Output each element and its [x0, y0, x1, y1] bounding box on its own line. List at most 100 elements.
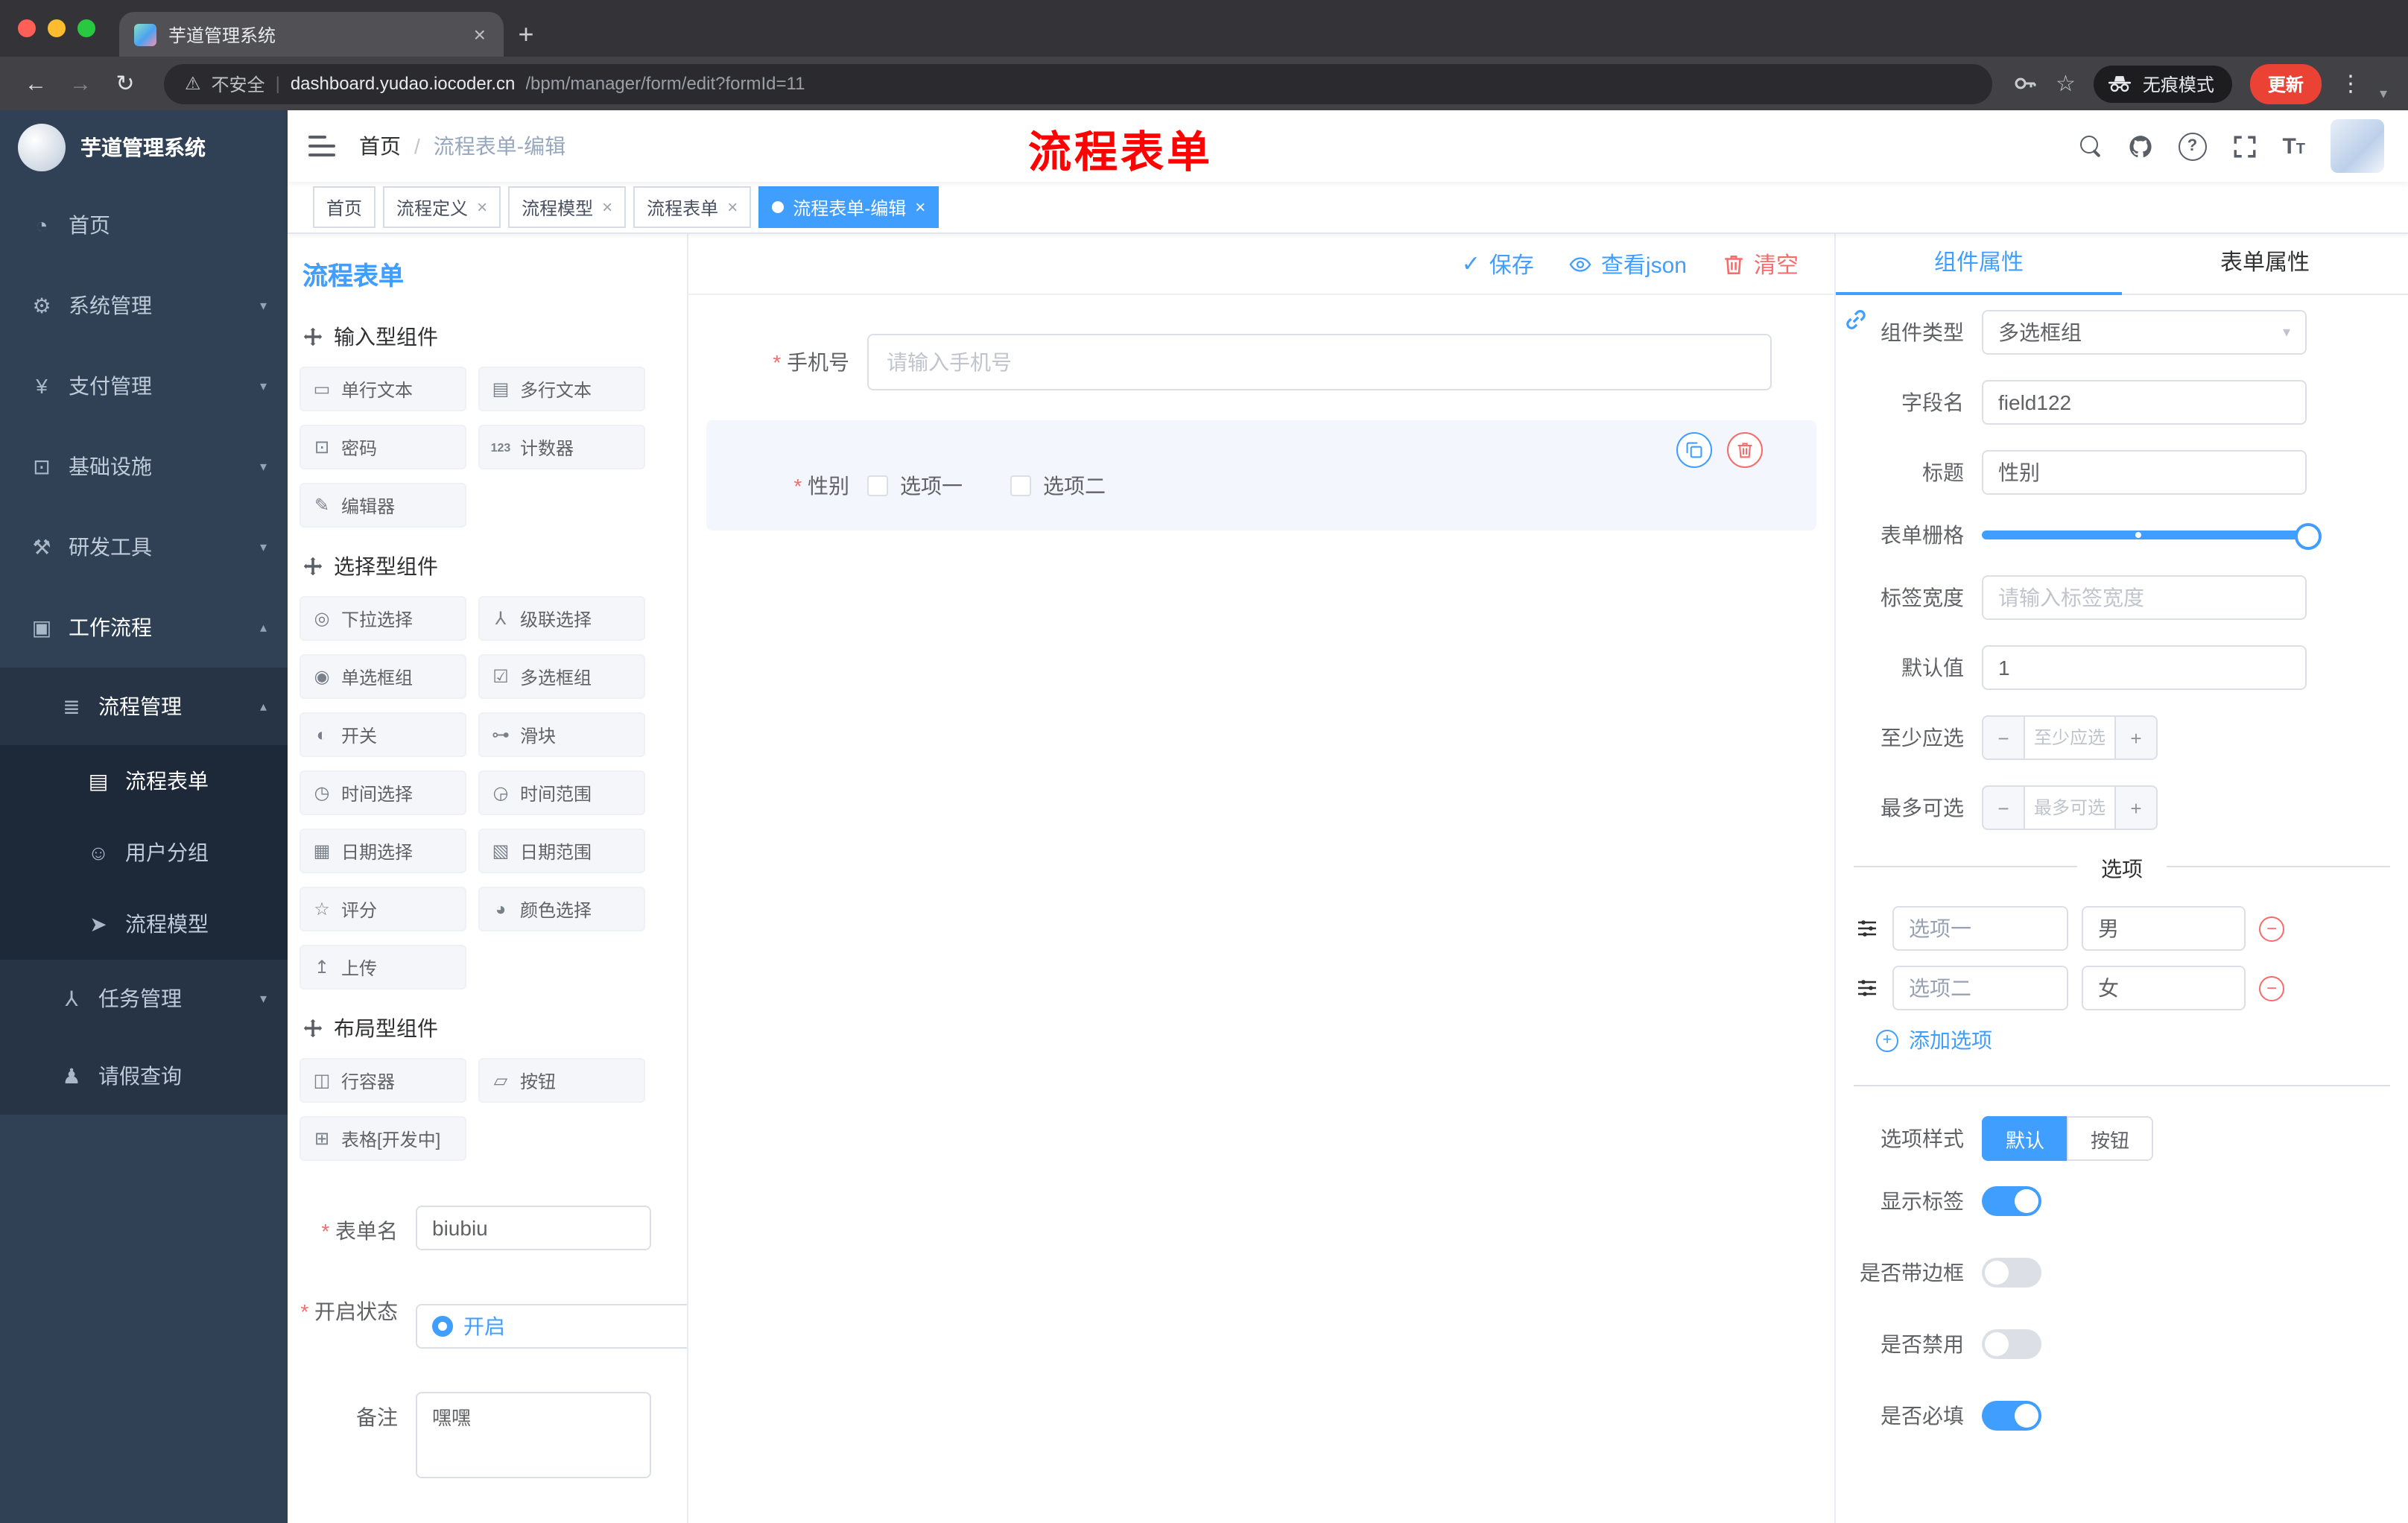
tab-component-props[interactable]: 组件属性 [1836, 234, 2122, 295]
breadcrumb-home[interactable]: 首页 [359, 131, 401, 161]
palette-item[interactable]: ◶ 时间范围 [478, 770, 645, 815]
clear-button[interactable]: 清空 [1723, 248, 1799, 279]
palette-item[interactable]: ⊡ 密码 [300, 425, 466, 469]
close-icon[interactable]: × [477, 197, 487, 218]
sidebar-toggle-icon[interactable] [308, 136, 335, 156]
palette-item[interactable]: ◐ 开关 [300, 712, 466, 757]
remove-option-button[interactable]: − [2259, 975, 2284, 1001]
back-button[interactable]: ← [15, 63, 57, 104]
palette-item[interactable]: ⊶ 滑块 [478, 712, 645, 757]
tag-process-model[interactable]: 流程模型 × [508, 186, 627, 228]
sidebar-item-process-model[interactable]: ➤ 流程模型 [0, 888, 288, 960]
chevron-down-icon[interactable]: ▾ [2380, 86, 2387, 102]
close-icon[interactable]: × [602, 197, 612, 218]
palette-item[interactable]: ◫ 行容器 [300, 1058, 466, 1103]
security-label[interactable]: 不安全 [212, 71, 265, 96]
browser-menu-icon[interactable]: ⋮ [2339, 70, 2362, 97]
default-value-input[interactable] [1982, 645, 2307, 690]
sidebar-item-payment[interactable]: ¥ 支付管理 ▾ [0, 346, 288, 426]
drag-handle-icon[interactable] [1855, 978, 1879, 998]
palette-item[interactable]: ▭ 单行文本 [300, 367, 466, 411]
palette-item[interactable]: ▱ 按钮 [478, 1058, 645, 1103]
remove-option-button[interactable]: − [2259, 916, 2284, 941]
forward-button[interactable]: → [60, 63, 101, 104]
sidebar-item-task-management[interactable]: ⅄ 任务管理 ▾ [0, 960, 288, 1037]
palette-item[interactable]: 123 计数器 [478, 425, 645, 469]
minus-icon[interactable]: − [1982, 785, 2024, 830]
sidebar-item-process-management[interactable]: ≣ 流程管理 ▴ [0, 668, 288, 745]
sidebar-item-user-group[interactable]: ☺ 用户分组 [0, 817, 288, 888]
status-on-radio[interactable]: 开启 [416, 1304, 687, 1349]
reload-button[interactable]: ↻ [104, 63, 146, 104]
component-type-select[interactable]: 多选框组 ▾ [1982, 310, 2307, 355]
border-switch[interactable] [1982, 1258, 2041, 1288]
title-input[interactable] [1982, 450, 2307, 495]
option-name-input[interactable] [1892, 906, 2068, 951]
plus-icon[interactable]: + [2116, 715, 2158, 760]
form-grid-slider[interactable] [1982, 523, 2322, 550]
sidebar-item-leave-query[interactable]: ♟ 请假查询 [0, 1037, 288, 1115]
palette-item[interactable]: ▤ 多行文本 [478, 367, 645, 411]
field-row-phone[interactable]: 手机号 [706, 325, 1816, 399]
field-row-gender-selected[interactable]: 性别 选项一 选项二 [706, 420, 1816, 531]
search-icon[interactable] [2078, 134, 2102, 158]
style-button-button[interactable]: 按钮 [2067, 1116, 2154, 1161]
user-avatar[interactable] [2331, 119, 2384, 173]
close-window-button[interactable] [18, 19, 36, 37]
palette-item[interactable]: ⊞ 表格[开发中] [300, 1116, 466, 1161]
sidebar-item-infrastructure[interactable]: ⊡ 基础设施 ▾ [0, 426, 288, 507]
palette-item[interactable]: ◉ 单选框组 [300, 654, 466, 699]
app-logo[interactable]: 芋道管理系统 [0, 110, 288, 185]
palette-item[interactable]: ◎ 下拉选择 [300, 596, 466, 641]
drag-handle-icon[interactable] [1855, 918, 1879, 939]
tag-process-form-edit[interactable]: 流程表单-编辑 × [758, 186, 940, 228]
slider-handle[interactable] [2295, 523, 2322, 550]
address-bar[interactable]: ⚠ 不安全 | dashboard.yudao.iocoder.cn /bpm/… [164, 63, 1993, 104]
palette-item[interactable]: ✎ 编辑器 [300, 483, 466, 528]
phone-input[interactable] [867, 334, 1772, 390]
option-value-input[interactable] [2082, 906, 2246, 951]
link-icon[interactable] [1843, 307, 1869, 332]
sidebar-item-system[interactable]: ⚙ 系统管理 ▾ [0, 265, 288, 346]
max-select-input[interactable] [2024, 785, 2116, 830]
security-warning-icon[interactable]: ⚠ [185, 73, 201, 94]
view-json-button[interactable]: 查看json [1570, 248, 1687, 279]
update-chrome-button[interactable]: 更新 [2249, 63, 2322, 104]
new-tab-button[interactable]: + [504, 12, 548, 57]
style-default-button[interactable]: 默认 [1982, 1116, 2068, 1161]
help-icon[interactable]: ? [2178, 132, 2207, 160]
sidebar-item-home[interactable]: ◔ 首页 [0, 185, 288, 265]
checkbox-option-2[interactable]: 选项二 [1010, 471, 1106, 501]
password-key-icon[interactable] [2014, 72, 2038, 95]
field-name-input[interactable] [1982, 380, 2307, 425]
sidebar-item-process-form[interactable]: ▤ 流程表单 [0, 745, 288, 817]
palette-item[interactable]: ▧ 日期范围 [478, 829, 645, 873]
palette-item[interactable]: ⅄ 级联选择 [478, 596, 645, 641]
delete-component-button[interactable] [1727, 432, 1763, 468]
tag-home[interactable]: 首页 [313, 186, 376, 228]
plus-icon[interactable]: + [2116, 785, 2158, 830]
maximize-window-button[interactable] [77, 19, 95, 37]
min-select-input[interactable] [2024, 715, 2116, 760]
show-label-switch[interactable] [1982, 1186, 2041, 1216]
close-icon[interactable]: × [727, 197, 738, 218]
close-icon[interactable]: × [915, 197, 925, 218]
sidebar-item-workflow[interactable]: ▣ 工作流程 ▴ [0, 587, 288, 668]
required-switch[interactable] [1982, 1401, 2041, 1431]
minus-icon[interactable]: − [1982, 715, 2024, 760]
form-remark-textarea[interactable]: 嘿嘿 [416, 1392, 651, 1478]
fullscreen-icon[interactable] [2231, 133, 2257, 159]
checkbox-option-1[interactable]: 选项一 [867, 471, 963, 501]
palette-item[interactable]: ◕ 颜色选择 [478, 887, 645, 931]
tag-process-form[interactable]: 流程表单 × [633, 186, 752, 228]
sidebar-item-devtools[interactable]: ⚒ 研发工具 ▾ [0, 507, 288, 587]
copy-component-button[interactable] [1676, 432, 1712, 468]
add-option-button[interactable]: + 添加选项 [1836, 1025, 2408, 1055]
palette-item[interactable]: ▦ 日期选择 [300, 829, 466, 873]
tag-process-definition[interactable]: 流程定义 × [383, 186, 501, 228]
bookmark-star-icon[interactable]: ☆ [2056, 70, 2076, 97]
palette-item[interactable]: ◷ 时间选择 [300, 770, 466, 815]
browser-tab[interactable]: 芋道管理系统 × [119, 12, 504, 57]
save-button[interactable]: ✓ 保存 [1462, 248, 1534, 279]
label-width-input[interactable] [1982, 575, 2307, 620]
